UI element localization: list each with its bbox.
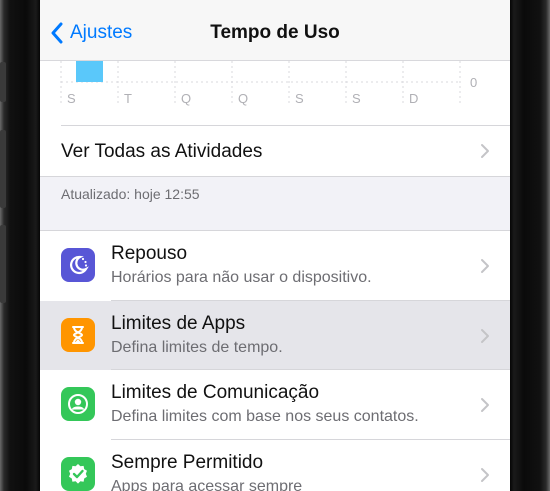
row-subtitle: Horários para não usar o dispositivo. bbox=[111, 269, 372, 286]
chevron-right-icon bbox=[481, 144, 489, 158]
chevron-right-icon bbox=[481, 398, 489, 412]
row-title: Sempre Permitido bbox=[111, 451, 264, 473]
chart-x-tick-label: D bbox=[409, 91, 418, 106]
phone-bezel-right bbox=[510, 0, 550, 491]
chevron-right-icon bbox=[481, 259, 489, 273]
chart-x-tick-label: Q bbox=[181, 91, 191, 106]
moon-icon bbox=[70, 255, 89, 275]
chart-x-tick-label: T bbox=[124, 91, 132, 106]
chevron-right-icon bbox=[481, 328, 489, 343]
chart-x-tick-label: S bbox=[352, 91, 361, 106]
see-all-activity-label: Ver Todas as Atividades bbox=[61, 141, 263, 162]
row-title: Limites de Comunicação bbox=[111, 382, 320, 403]
chevron-right-icon bbox=[481, 467, 489, 482]
usage-chart: S T Q Q S S D 0 bbox=[40, 61, 510, 125]
settings-row-limites-de-apps[interactable]: Limites de Apps Defina limites de tempo. bbox=[40, 300, 510, 370]
updated-timestamp: Atualizado: hoje 12:55 bbox=[61, 186, 200, 202]
hourglass-icon bbox=[72, 325, 84, 344]
page-title: Tempo de Uso bbox=[210, 22, 340, 43]
side-button-volume-down bbox=[0, 225, 6, 303]
row-subtitle: Defina limites de tempo. bbox=[111, 338, 283, 356]
divider bbox=[40, 176, 510, 177]
screen: Ajustes Tempo de Uso S T Q Q S S D 0 Ver Todas … bbox=[40, 0, 510, 491]
row-icon-box bbox=[61, 248, 95, 282]
navigation-bar: Ajustes Tempo de Uso bbox=[40, 0, 510, 61]
settings-row-sempre-permitido[interactable]: Sempre Permitido Apps para acessar sempr… bbox=[40, 439, 510, 491]
row-icon-box bbox=[61, 456, 95, 491]
phone-bezel-left bbox=[0, 0, 40, 491]
chart-x-tick-label: S bbox=[67, 91, 76, 106]
row-title: Limites de Apps bbox=[111, 312, 246, 334]
chart-x-tick-label: S bbox=[295, 91, 304, 106]
see-all-activity-row[interactable]: Ver Todas as Atividades bbox=[40, 125, 510, 177]
settings-row-limites-de-comunica-o[interactable]: Limites de Comunicação Defina limites co… bbox=[40, 370, 510, 440]
chart-x-tick-label: Q bbox=[238, 91, 248, 106]
contact-icon bbox=[68, 394, 88, 414]
row-subtitle: Apps para acessar sempre bbox=[111, 477, 303, 491]
settings-row-repouso[interactable]: Repouso Horários para não usar o disposi… bbox=[40, 231, 510, 301]
side-button-volume-up bbox=[0, 130, 6, 208]
row-subtitle: Defina limites com base nos seus contato… bbox=[111, 408, 419, 425]
row-icon-box bbox=[61, 317, 95, 352]
divider bbox=[61, 125, 510, 126]
side-button-silent bbox=[0, 62, 6, 102]
row-title: Repouso bbox=[111, 243, 188, 264]
usage-chart-svg: S T Q Q S S D 0 bbox=[60, 61, 477, 106]
chart-bar bbox=[76, 61, 103, 82]
checkmark-badge-icon bbox=[69, 463, 87, 484]
chart-y-tick-label: 0 bbox=[470, 75, 477, 90]
row-icon-box bbox=[61, 387, 95, 421]
